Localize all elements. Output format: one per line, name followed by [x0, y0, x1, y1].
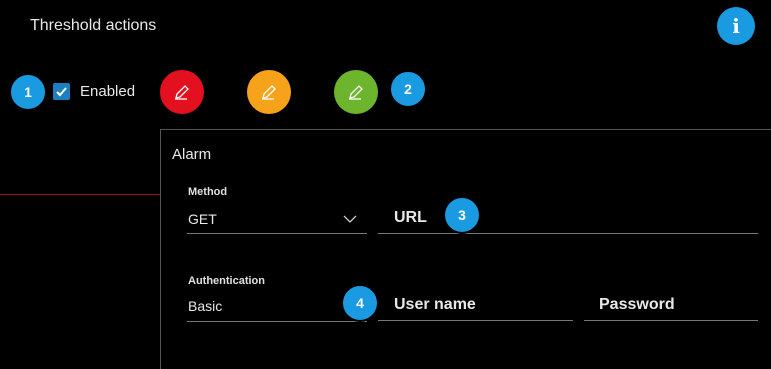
- info-button[interactable]: i: [717, 7, 755, 45]
- password-input[interactable]: Password: [584, 290, 758, 322]
- url-placeholder: URL: [394, 209, 427, 226]
- page-title: Threshold actions: [30, 17, 157, 34]
- username-placeholder: User name: [394, 296, 476, 313]
- enabled-label: Enabled: [80, 83, 136, 100]
- authentication-label: Authentication: [188, 275, 265, 287]
- method-underline: [187, 233, 367, 234]
- authentication-value: Basic: [188, 298, 223, 314]
- info-icon: i: [732, 14, 740, 38]
- method-select[interactable]: GET: [187, 205, 367, 235]
- url-input[interactable]: URL: [378, 204, 758, 235]
- panel-title: Alarm: [172, 146, 212, 163]
- red-action-edit-button[interactable]: [160, 70, 204, 114]
- password-underline: [584, 320, 758, 321]
- pencil-icon: [262, 85, 276, 100]
- pencil-icon: [175, 85, 189, 100]
- url-underline: [378, 233, 758, 234]
- method-label: Method: [188, 186, 228, 198]
- authentication-select[interactable]: Basic: [187, 293, 367, 323]
- method-value: GET: [188, 211, 217, 227]
- username-input[interactable]: User name: [378, 290, 573, 322]
- step-badge-3: 3: [443, 196, 481, 234]
- chevron-down-icon: [343, 215, 357, 223]
- green-action-edit-button[interactable]: [334, 70, 378, 114]
- check-icon: [56, 87, 67, 97]
- threshold-line: [0, 194, 160, 195]
- enabled-checkbox[interactable]: [53, 83, 70, 100]
- password-placeholder: Password: [599, 296, 675, 313]
- step-badge-4: 4: [341, 284, 379, 322]
- authentication-underline: [187, 321, 367, 322]
- step-badge-2: 2: [389, 70, 427, 108]
- username-underline: [378, 320, 573, 321]
- orange-action-edit-button[interactable]: [247, 70, 291, 114]
- pencil-icon: [349, 85, 363, 100]
- step-badge-1: 1: [9, 73, 47, 111]
- alarm-panel: [160, 129, 771, 369]
